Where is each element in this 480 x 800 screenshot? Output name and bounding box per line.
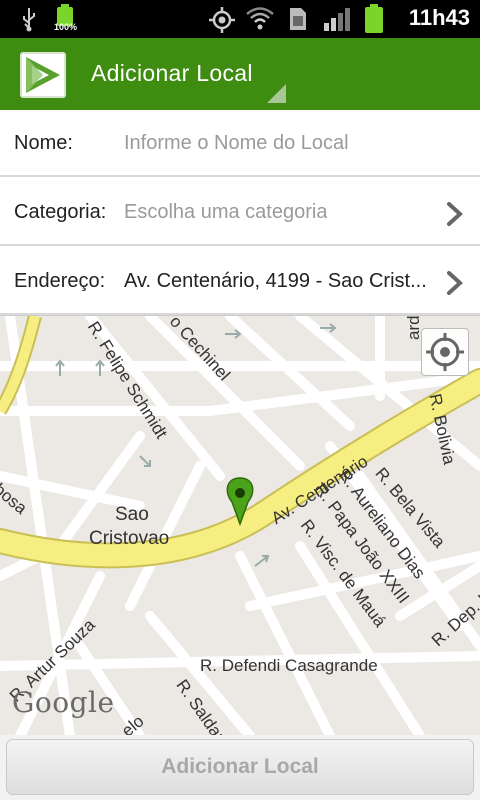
sim-icon — [290, 8, 306, 30]
wifi-icon — [246, 7, 274, 30]
my-location-button[interactable] — [421, 328, 469, 376]
app-logo-play-icon — [26, 57, 60, 93]
address-field[interactable]: Av. Centenário, 4199 - Sao Crist... — [124, 270, 427, 293]
category-select[interactable]: Escolha uma categoria — [124, 201, 327, 224]
district-label: Cristovao — [89, 528, 170, 549]
name-input[interactable]: Informe o Nome do Local — [124, 132, 349, 155]
category-label: Categoria: — [14, 201, 107, 223]
status-clock: 11h43 — [408, 5, 470, 30]
battery-percent-label: 100% — [54, 22, 78, 32]
add-location-button[interactable]: Adicionar Local — [6, 739, 474, 795]
crosshair-icon — [426, 333, 464, 371]
name-row[interactable]: Nome: Informe o Nome do Local — [0, 110, 480, 177]
page-title[interactable]: Adicionar Local — [91, 60, 253, 87]
map-view[interactable]: R. Felipe Schmidt o Cechinel ardi R. Bol… — [0, 315, 480, 735]
chevron-right-icon[interactable] — [444, 270, 466, 296]
address-row[interactable]: Endereço: Av. Centenário, 4199 - Sao Cri… — [0, 248, 480, 315]
app-logo-icon[interactable] — [20, 52, 66, 98]
google-attribution: Google — [12, 686, 115, 719]
category-row[interactable]: Categoria: Escolha uma categoria — [0, 179, 480, 246]
usb-icon — [23, 8, 35, 32]
gps-icon — [209, 7, 235, 33]
street-label: R. Defendi Casagrande — [200, 656, 378, 675]
spinner-indicator-icon[interactable] — [267, 84, 286, 103]
signal-icon — [324, 8, 350, 31]
name-label: Nome: — [14, 132, 73, 154]
district-label: Sao — [115, 504, 149, 525]
battery-icon — [365, 4, 383, 33]
status-bar: 100% 11h43 — [0, 0, 480, 38]
chevron-right-icon[interactable] — [444, 201, 466, 227]
address-label: Endereço: — [14, 270, 106, 292]
